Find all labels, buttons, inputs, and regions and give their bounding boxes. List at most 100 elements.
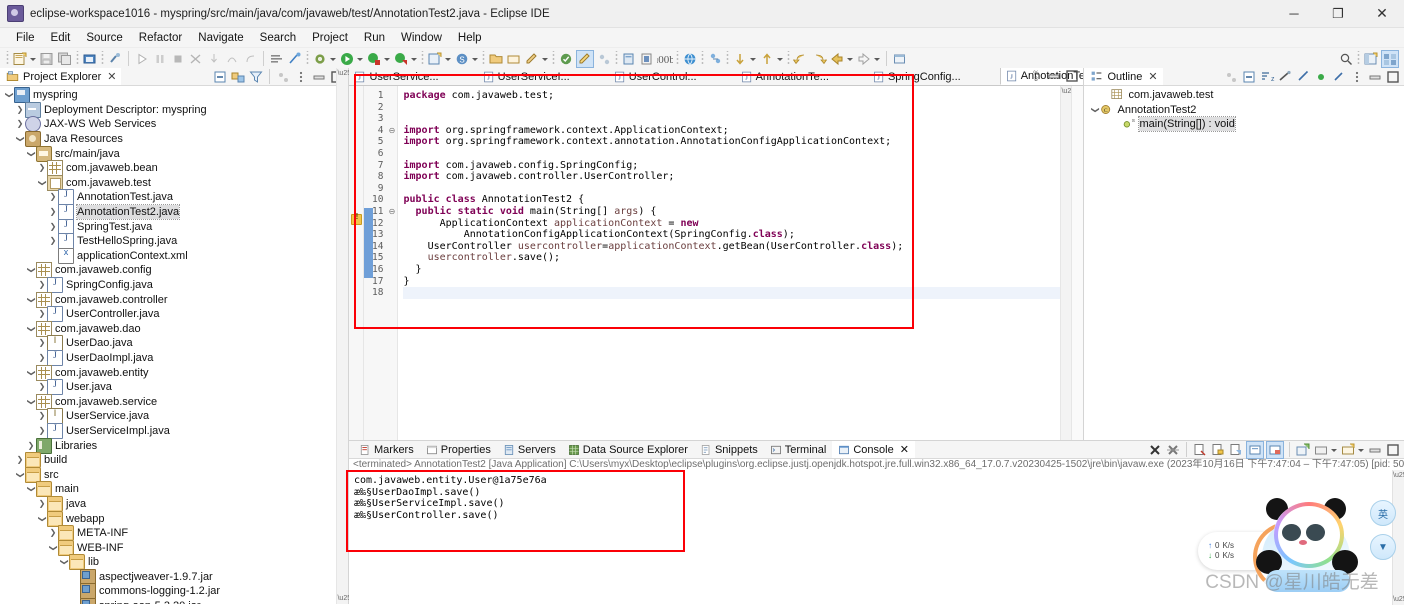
open-type-icon[interactable] (506, 51, 522, 67)
external-tools-icon[interactable] (312, 51, 328, 67)
tree-item[interactable]: ❯ myspring (0, 87, 348, 104)
console-tab[interactable]: Properties (420, 441, 497, 458)
tree-item[interactable]: ❯ UserDaoImpl.java (0, 349, 348, 366)
search-icon[interactable]: S (454, 51, 470, 67)
ime-language-button[interactable]: 英 (1370, 500, 1396, 526)
view-filter-icon[interactable] (248, 69, 264, 85)
back-history-icon[interactable] (829, 51, 845, 67)
forward-history-icon[interactable] (856, 51, 872, 67)
chevron-right-icon[interactable]: ❯ (37, 307, 47, 321)
tree-item[interactable]: ❯ UserServiceImpl.java (0, 422, 348, 439)
save-icon[interactable] (39, 51, 55, 67)
remove-all-terminated-icon[interactable] (1165, 442, 1181, 458)
tree-item[interactable]: ❯ JAX-WS Web Services (0, 116, 348, 133)
tree-item[interactable]: ❯ main (0, 481, 348, 498)
new-java-project-dropdown[interactable] (444, 51, 451, 67)
focus-icon[interactable] (275, 69, 291, 85)
menu-run[interactable]: Run (356, 31, 393, 45)
build-icon[interactable] (596, 51, 612, 67)
focus-icon[interactable] (1223, 69, 1239, 85)
console-tab[interactable]: Servers (497, 441, 562, 458)
tree-item[interactable]: ❯ UserController.java (0, 306, 348, 323)
step-return-icon[interactable] (242, 51, 258, 67)
prev-annotation-icon[interactable] (759, 51, 775, 67)
minimize-icon[interactable] (1367, 69, 1383, 85)
clear-console-icon[interactable] (1192, 442, 1208, 458)
tab-outline-close[interactable]: ✕ (1148, 70, 1157, 83)
step-over-icon[interactable] (224, 51, 240, 67)
tree-item[interactable]: applicationContext.xml (0, 247, 348, 264)
search-dropdown[interactable] (471, 51, 478, 67)
scroll-down-icon[interactable]: \u25bc (337, 593, 358, 604)
menu-search[interactable]: Search (252, 31, 304, 45)
project-explorer-scrollbar[interactable]: \u25b2 \u25bc (336, 68, 359, 604)
prev-annotation-dropdown[interactable] (776, 51, 783, 67)
run-icon[interactable] (339, 51, 355, 67)
save-all-icon[interactable] (57, 51, 73, 67)
desktop-pet-overlay[interactable]: ↑ 0 K/s ↓ 0 K/s 76 % (1198, 482, 1398, 600)
coverage-as-icon[interactable] (393, 51, 409, 67)
web-browser-icon[interactable] (682, 51, 698, 67)
hide-static-icon[interactable] (1295, 69, 1311, 85)
minimize-icon[interactable] (1367, 442, 1383, 458)
tree-item[interactable]: ❯ SpringTest.java (0, 218, 348, 235)
profile-icon[interactable] (287, 51, 303, 67)
tab-outline[interactable]: Outline ✕ (1084, 68, 1163, 85)
chevron-right-icon[interactable]: ❯ (48, 234, 58, 248)
tab-project-explorer[interactable]: Project Explorer ✕ (0, 68, 122, 85)
pin-console-icon[interactable] (1246, 440, 1264, 459)
chevron-right-icon[interactable]: ❯ (15, 117, 25, 131)
tree-item[interactable]: ❯ build (0, 452, 348, 469)
tree-item[interactable]: ❯ com.javaweb.service (0, 393, 348, 410)
tree-item[interactable]: ❯ UserDao.java (0, 335, 348, 352)
tree-item[interactable]: ❯ Deployment Descriptor: myspring (0, 101, 348, 118)
tree-item[interactable]: ❯ META-INF (0, 525, 348, 542)
tree-item[interactable]: ❯ com.javaweb.entity (0, 364, 348, 381)
new-wizard-icon[interactable] (12, 51, 28, 67)
tree-item[interactable]: ❯ com.javaweb.controller (0, 291, 348, 308)
menu-edit[interactable]: Edit (43, 31, 79, 45)
open-console-dropdown[interactable] (1330, 442, 1337, 458)
fold-toggle-icon[interactable]: ⊖ (386, 206, 397, 218)
show-console-on-output-icon[interactable] (1228, 442, 1244, 458)
chevron-right-icon[interactable]: ❯ (37, 161, 47, 175)
chevron-right-icon[interactable]: ❯ (48, 220, 58, 234)
back-history-dropdown[interactable] (846, 51, 853, 67)
console-tab-close-icon[interactable]: ✕ (900, 443, 909, 456)
editor-tab[interactable]: J UserServiceI... (478, 69, 577, 85)
step-into-icon[interactable] (206, 51, 222, 67)
minimize-button[interactable]: ─ (1272, 0, 1316, 27)
debug-icon[interactable] (366, 51, 382, 67)
toolbar-drag-handle[interactable] (6, 51, 9, 66)
tree-item[interactable]: ❯ com.javaweb.dao (0, 320, 348, 337)
new-file-icon[interactable] (639, 51, 655, 67)
print-icon[interactable] (82, 51, 98, 67)
menu-window[interactable]: Window (393, 31, 450, 45)
outline-item[interactable]: Smain(String[]) : void (1084, 116, 1404, 133)
chevron-right-icon[interactable]: ❯ (37, 424, 47, 438)
project-explorer-tree[interactable]: ❯ myspring ❯ Deployment Descriptor: mysprin… (0, 86, 349, 604)
display-selected-console-icon[interactable] (1266, 440, 1284, 459)
minimize-icon[interactable] (1046, 68, 1062, 84)
tree-item[interactable]: ❯ com.javaweb.bean (0, 160, 348, 177)
minimize-icon[interactable] (311, 69, 327, 85)
editor-tab[interactable]: J SpringConfig... (868, 69, 968, 85)
maximize-icon[interactable] (1385, 442, 1401, 458)
new-window-icon[interactable] (892, 51, 908, 67)
sort-icon[interactable]: z (1259, 69, 1275, 85)
scroll-up-icon[interactable]: \u25b2 (1393, 470, 1404, 481)
lock-scroll-icon[interactable] (1210, 442, 1226, 458)
close-button[interactable]: ✕ (1360, 0, 1404, 27)
collapse-all-icon[interactable] (212, 69, 228, 85)
tree-item[interactable]: ❯ src/main/java (0, 145, 348, 162)
tree-item[interactable]: ❯ AnnotationTest.java (0, 189, 348, 206)
tree-item[interactable]: ❯ java (0, 495, 348, 512)
tree-item[interactable]: ❯ com.javaweb.config (0, 262, 348, 279)
edit-icon[interactable] (524, 51, 540, 67)
editor-tab[interactable]: J UserService... (349, 69, 445, 85)
hide-local-icon[interactable] (1331, 69, 1347, 85)
scroll-up-icon[interactable]: \u25b2 (337, 68, 358, 79)
team-sync-icon[interactable] (707, 51, 723, 67)
console-tab[interactable]: Console ✕ (832, 441, 915, 458)
link-icon[interactable] (107, 51, 123, 67)
